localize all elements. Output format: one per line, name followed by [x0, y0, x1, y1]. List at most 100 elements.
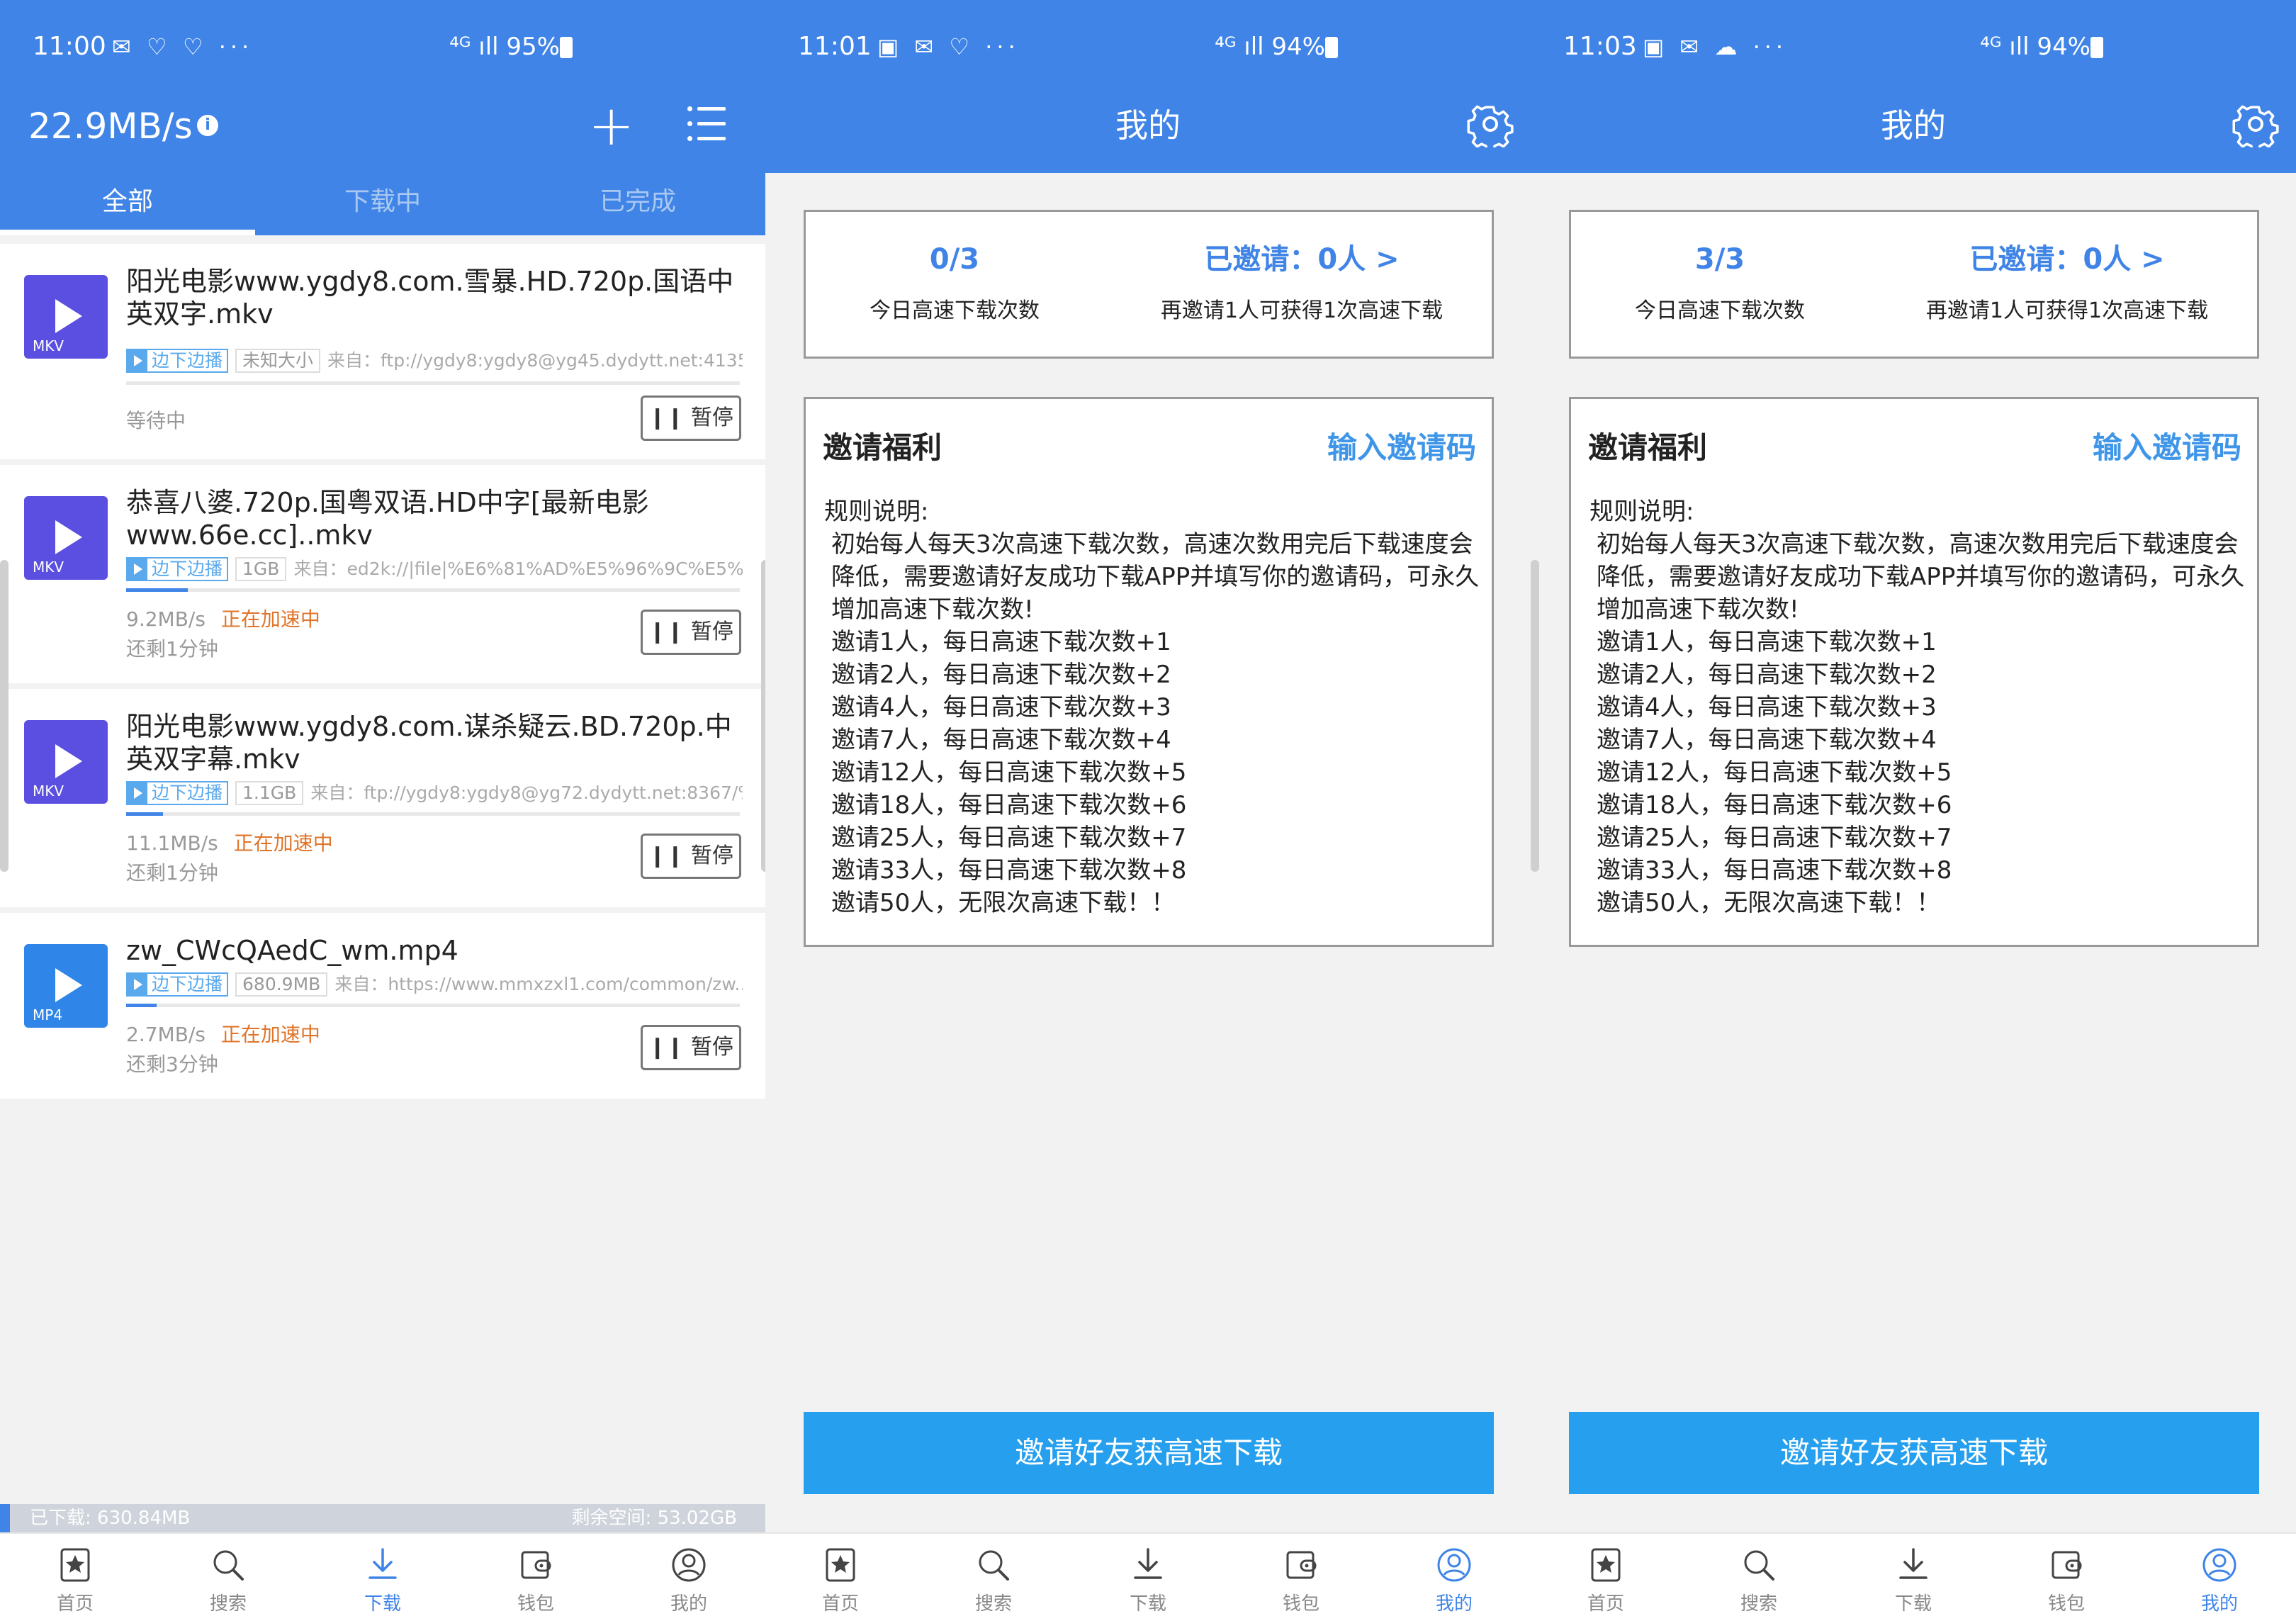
invite-friends-button[interactable]: 邀请好友获高速下载 [804, 1412, 1494, 1494]
nav-item-wallet[interactable]: 钱包 [493, 1545, 578, 1615]
storage-bar: 已下载: 630.84MB 剩余空间: 53.02GB [0, 1504, 765, 1532]
home-star-icon [33, 1545, 118, 1585]
nav-label: 搜索 [974, 1593, 1012, 1615]
rule-line: 邀请4人，每日高速下载次数+3 [1597, 693, 1937, 722]
progress-fill [126, 588, 188, 592]
rules-body: 规则说明: 初始每人每天3次高速下载次数，高速次数用完后下载速度会降低，需要邀请… [1589, 495, 2249, 919]
header: 11:03 ▣ ✉ ☁ ··· ⁴ᴳ ıll 94% 我的 [1531, 0, 2296, 173]
nav-label: 首页 [821, 1593, 859, 1615]
nav-item-home[interactable]: 首页 [798, 1545, 883, 1615]
quota-card: 0/3 今日高速下载次数 已邀请：0人 > 再邀请1人可获得1次高速下载 [804, 210, 1494, 359]
nav-item-search[interactable]: 搜索 [951, 1545, 1036, 1615]
nav-item-profile[interactable]: 我的 [646, 1545, 731, 1615]
rule-line: 邀请18人，每日高速下载次数+6 [1597, 791, 1952, 819]
profile-icon [1412, 1545, 1497, 1585]
nav-item-download[interactable]: 下载 [340, 1545, 425, 1615]
tab-downloading[interactable]: 下载中 [255, 186, 510, 218]
rule-line: 邀请12人，每日高速下载次数+5 [1597, 758, 1952, 787]
play-while-download-tag[interactable]: 边下边播 [126, 557, 229, 581]
file-name: 阳光电影www.ygdy8.com.谋杀疑云.BD.720p.中英双字幕.mkv [126, 711, 732, 775]
file-name: 阳光电影www.ygdy8.com.雪暴.HD.720p.国语中英双字.mkv [126, 266, 734, 330]
screenshot-collage: 11:00 ✉ ♡ ♡ ··· ⁴ᴳ ıll 95% 22.9MB/s i + … [0, 0, 2296, 1616]
nav-label: 下载 [1894, 1593, 1932, 1615]
pause-button[interactable]: ❙❙ 暂停 [641, 1025, 741, 1070]
add-download-button[interactable]: + [588, 98, 634, 155]
invite-friends-button[interactable]: 邀请好友获高速下载 [1569, 1412, 2259, 1494]
nav-label: 搜索 [1740, 1593, 1777, 1615]
list-item[interactable]: MKV 阳光电影www.ygdy8.com.雪暴.HD.720p.国语中英双字.… [0, 244, 765, 459]
battery-icon [1325, 37, 1338, 58]
play-while-download-tag[interactable]: 边下边播 [126, 781, 229, 805]
info-icon[interactable]: i [197, 115, 218, 136]
source-url: 来自：ed2k://|file|%E6%81%AD%E5%96%9C%E5%85… [293, 559, 743, 579]
speed-status: 2.7MB/s 正在加速中 [126, 1023, 320, 1046]
nav-label: 我的 [670, 1593, 707, 1615]
invite-hint: 再邀请1人可获得1次高速下载 [1925, 298, 2209, 323]
pause-button[interactable]: ❙❙ 暂停 [641, 395, 741, 441]
my-screen: 11:03 ▣ ✉ ☁ ··· ⁴ᴳ ıll 94% 我的 3/3 今日高速下载… [1531, 0, 2296, 1616]
tab-all[interactable]: 全部 [0, 186, 255, 218]
edge-handle[interactable] [0, 560, 9, 872]
battery-icon [560, 37, 573, 58]
nav-item-wallet[interactable]: 钱包 [2024, 1545, 2109, 1615]
status-time: 11:03 [1563, 32, 1637, 61]
pause-icon: ❙❙ [648, 619, 691, 644]
pause-button[interactable]: ❙❙ 暂停 [641, 834, 741, 879]
invited-link[interactable]: 已邀请：0人 > [1925, 240, 2209, 279]
source-url: 来自：ftp://ygdy8:ygdy8@yg45.dydytt.net:413… [327, 350, 743, 371]
rule-line: 邀请12人，每日高速下载次数+5 [831, 758, 1187, 787]
page-title: 我的 [1115, 106, 1181, 145]
nav-item-search[interactable]: 搜索 [186, 1545, 271, 1615]
tab-completed[interactable]: 已完成 [510, 186, 765, 218]
download-icon [340, 1545, 425, 1585]
rule-line: 邀请50人，无限次高速下载！！ [831, 889, 1176, 917]
nav-item-download[interactable]: 下载 [1871, 1545, 1956, 1615]
size-tag: 1GB [235, 557, 287, 581]
pause-icon: ❙❙ [648, 405, 691, 430]
enter-invite-code-link[interactable]: 输入邀请码 [2093, 429, 2241, 467]
rule-line: 邀请2人，每日高速下载次数+2 [831, 661, 1171, 689]
header: 11:00 ✉ ♡ ♡ ··· ⁴ᴳ ıll 95% 22.9MB/s i + … [0, 0, 765, 235]
enter-invite-code-link[interactable]: 输入邀请码 [1327, 429, 1476, 467]
settings-gear-icon[interactable] [2232, 101, 2279, 147]
list-menu-icon[interactable] [687, 106, 726, 142]
nav-item-profile[interactable]: 我的 [2177, 1545, 2262, 1615]
play-while-download-tag[interactable]: 边下边播 [126, 972, 229, 997]
rules-card: 邀请福利 输入邀请码 规则说明: 初始每人每天3次高速下载次数，高速次数用完后下… [1569, 397, 2259, 947]
quota-count: 0/3 [929, 243, 980, 276]
my-screen: 11:01 ▣ ✉ ♡ ··· ⁴ᴳ ıll 94% 我的 0/3 今日高速下载… [765, 0, 1531, 1616]
nav-label: 钱包 [1282, 1593, 1319, 1615]
signal-battery: ⁴ᴳ ıll 95% [449, 33, 560, 61]
nav-item-search[interactable]: 搜索 [1716, 1545, 1801, 1615]
file-meta: 边下边播 1.1GB 来自：ftp://ygdy8:ygdy8@yg72.dydyt… [126, 781, 743, 807]
speed-status: 9.2MB/s 正在加速中 [126, 607, 320, 631]
pause-button[interactable]: ❙❙ 暂停 [641, 610, 741, 655]
invited-link[interactable]: 已邀请：0人 > [1160, 240, 1444, 279]
nav-item-home[interactable]: 首页 [33, 1545, 118, 1615]
bottom-nav: 首页 搜索 下载 钱包 我的 [0, 1532, 765, 1616]
play-while-download-tag[interactable]: 边下边播 [126, 349, 229, 373]
nav-label: 我的 [2200, 1593, 2238, 1615]
nav-item-profile[interactable]: 我的 [1412, 1545, 1497, 1615]
profile-icon [646, 1545, 731, 1585]
nav-item-wallet[interactable]: 钱包 [1259, 1545, 1344, 1615]
list-item[interactable]: MP4 zw_CWcQAedC_wm.mp4 边下边播 680.9MB 来自：htt… [0, 913, 765, 1099]
file-name: zw_CWcQAedC_wm.mp4 [126, 935, 458, 966]
list-item[interactable]: MKV 阳光电影www.ygdy8.com.谋杀疑云.BD.720p.中英双字幕… [0, 689, 765, 907]
rules-title: 邀请福利 [823, 430, 942, 465]
play-icon [128, 782, 147, 804]
header: 11:01 ▣ ✉ ♡ ··· ⁴ᴳ ıll 94% 我的 [765, 0, 1531, 173]
nav-label: 下载 [1129, 1593, 1166, 1615]
nav-item-download[interactable]: 下载 [1105, 1545, 1191, 1615]
quota-label: 今日高速下载次数 [870, 298, 1040, 323]
remaining-time: 还剩1分钟 [126, 637, 218, 661]
list-item[interactable]: MKV 恭喜八婆.720p.国粤双语.HD中字[最新电影www.66e.cc].… [0, 465, 765, 683]
total-speed: 22.9MB/s [28, 106, 193, 147]
settings-gear-icon[interactable] [1467, 101, 1514, 147]
nav-item-home[interactable]: 首页 [1563, 1545, 1648, 1615]
progress-fill [126, 812, 163, 816]
status-bar: 11:03 ▣ ✉ ☁ ··· ⁴ᴳ ıll 94% [1531, 0, 2296, 92]
edge-handle[interactable] [1531, 560, 1539, 872]
rule-line: 邀请7人，每日高速下载次数+4 [1597, 726, 1937, 754]
quota-card: 3/3 今日高速下载次数 已邀请：0人 > 再邀请1人可获得1次高速下载 [1569, 210, 2259, 359]
